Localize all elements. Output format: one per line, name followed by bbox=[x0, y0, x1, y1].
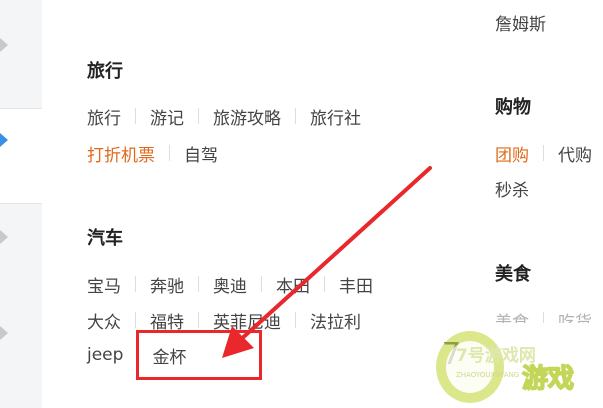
svg-text:游戏: 游戏 bbox=[522, 364, 574, 394]
svg-text:ZHAOYOUXIWANG: ZHAOYOUXIWANG bbox=[456, 371, 519, 379]
svg-text:7号游戏网: 7号游戏网 bbox=[456, 345, 536, 366]
arrow-shaft bbox=[236, 166, 432, 344]
watermark-panel: 7 7号游戏网 游戏 ZHAOYOUXIWANG bbox=[402, 323, 603, 408]
watermark-logo: 7号游戏网 游戏 ZHAOYOUXIWANG bbox=[436, 331, 575, 403]
